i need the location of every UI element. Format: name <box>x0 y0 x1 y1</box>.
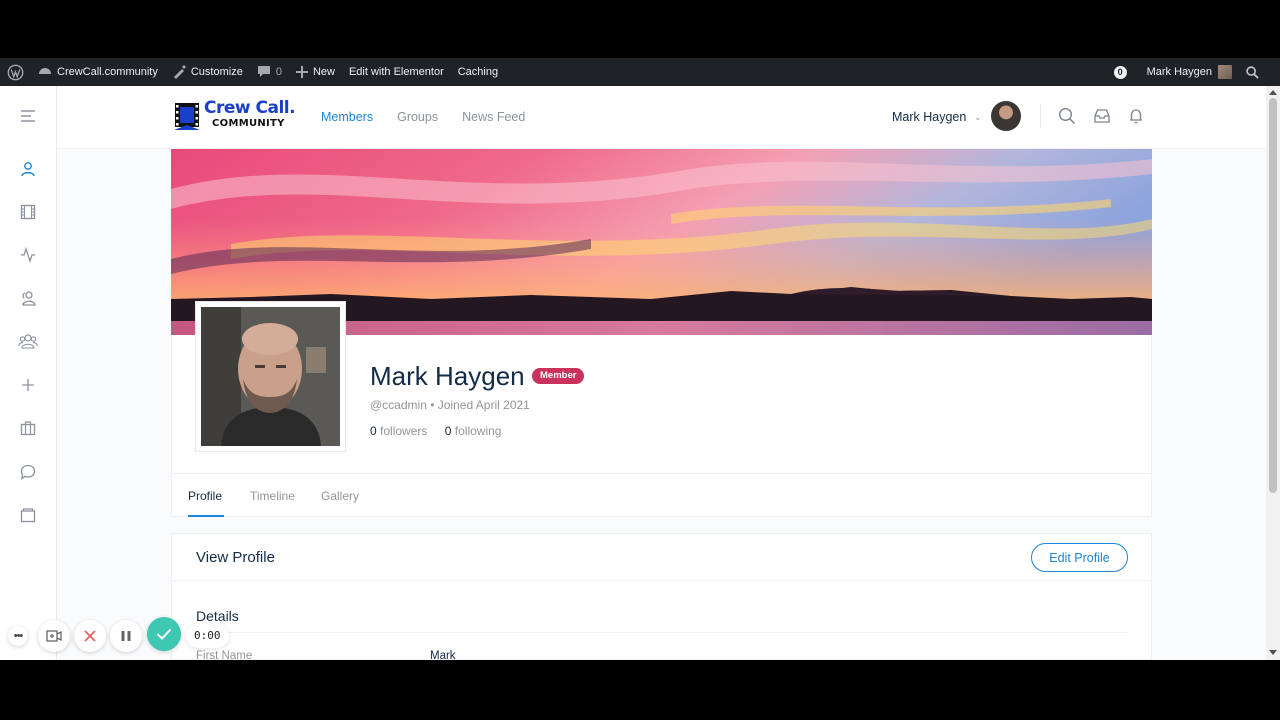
nav-news-feed[interactable]: News Feed <box>462 110 525 124</box>
member-type-badge: Member <box>532 368 585 384</box>
pause-icon <box>121 631 131 641</box>
scroll-up-arrow-icon[interactable] <box>1269 90 1277 95</box>
divider <box>196 632 1128 633</box>
customize-label: Customize <box>190 66 243 78</box>
chat-icon[interactable] <box>18 462 38 482</box>
brush-icon <box>172 65 186 79</box>
comments-count: 0 <box>275 66 282 78</box>
tab-timeline[interactable]: Timeline <box>250 489 295 503</box>
search-icon <box>1246 65 1259 79</box>
admin-avatar <box>1218 65 1232 79</box>
recording-timer: 0:00 <box>186 624 229 648</box>
following-label: following <box>454 424 502 438</box>
active-tab-indicator <box>188 515 224 517</box>
inbox-icon[interactable] <box>1093 107 1111 125</box>
new-content-menu[interactable]: New <box>289 58 342 86</box>
meta-separator: • <box>430 398 435 412</box>
elementor-label: Edit with Elementor <box>348 66 444 78</box>
header-avatar[interactable] <box>991 101 1021 131</box>
comment-icon <box>257 65 271 79</box>
folder-icon[interactable] <box>18 505 38 525</box>
activity-icon[interactable] <box>18 245 38 265</box>
camera-icon <box>46 630 62 642</box>
logo-subtitle: COMMUNITY <box>212 118 285 129</box>
wordpress-logo-button[interactable] <box>0 58 31 86</box>
briefcase-icon[interactable] <box>18 418 38 438</box>
edit-elementor-menu[interactable]: Edit with Elementor <box>342 58 451 86</box>
logo-title: Crew Call. <box>204 98 296 118</box>
followers-link[interactable]: 0 followers <box>370 424 427 438</box>
dashboard-icon <box>38 65 52 79</box>
caching-menu[interactable]: Caching <box>451 58 505 86</box>
browser-viewport: CrewCall.community Customize 0 New Edit … <box>0 58 1280 660</box>
members-icon[interactable] <box>18 288 38 308</box>
site-name-label: CrewCall.community <box>57 66 158 78</box>
caching-label: Caching <box>457 66 499 78</box>
main-nav: Members Groups News Feed <box>321 110 549 124</box>
notification-count-badge: 0 <box>1113 65 1127 79</box>
nav-members[interactable]: Members <box>321 110 373 124</box>
check-icon <box>156 628 172 640</box>
new-label: New <box>312 66 335 78</box>
site-logo[interactable]: Crew Call. COMMUNITY <box>172 98 300 134</box>
film-strip-logo-icon <box>174 103 200 130</box>
menu-toggle-icon[interactable] <box>18 106 38 126</box>
customize-menu[interactable]: Customize <box>165 58 250 86</box>
recorder-toolbar: ••• 0:00 <box>0 616 240 656</box>
page-scrollbar[interactable] <box>1266 86 1280 660</box>
ellipsis-icon: ••• <box>13 630 24 642</box>
admin-search-button[interactable] <box>1239 58 1266 86</box>
view-profile-card: View Profile Edit Profile Details First … <box>171 533 1152 660</box>
nav-groups[interactable]: Groups <box>397 110 438 124</box>
film-icon[interactable] <box>18 202 38 222</box>
more-options-button[interactable]: ••• <box>8 626 28 646</box>
my-account-menu[interactable]: Mark Haygen <box>1140 58 1239 86</box>
followers-count: 0 <box>370 424 377 438</box>
edit-profile-button[interactable]: Edit Profile <box>1031 543 1128 572</box>
cancel-recording-button[interactable] <box>74 620 106 652</box>
wp-admin-bar: CrewCall.community Customize 0 New Edit … <box>0 58 1280 86</box>
header-user-name[interactable]: Mark Haygen <box>892 110 966 124</box>
scrollbar-thumb[interactable] <box>1269 98 1277 493</box>
followers-label: followers <box>380 424 428 438</box>
divider <box>172 580 1151 581</box>
plus-icon[interactable] <box>18 375 38 395</box>
webcam-toggle-button[interactable] <box>38 620 70 652</box>
field-value: Mark <box>430 650 456 660</box>
profile-joined: Joined April 2021 <box>437 398 530 412</box>
wordpress-icon <box>7 64 24 80</box>
chevron-down-icon[interactable]: ⌄ <box>974 112 982 123</box>
search-icon[interactable] <box>1058 107 1076 125</box>
left-sidebar <box>0 86 57 660</box>
admin-user-name: Mark Haygen <box>1146 66 1212 78</box>
profile-handle: @ccadmin <box>370 398 427 412</box>
profile-tabs: Profile Timeline Gallery <box>171 473 1152 517</box>
following-link[interactable]: 0 following <box>445 424 502 438</box>
groups-icon[interactable] <box>18 331 38 351</box>
finish-recording-button[interactable] <box>147 617 181 651</box>
notifications-menu[interactable]: 0 <box>1107 58 1140 86</box>
scroll-down-arrow-icon[interactable] <box>1269 650 1277 655</box>
site-name-menu[interactable]: CrewCall.community <box>31 58 165 86</box>
pause-recording-button[interactable] <box>110 620 142 652</box>
profile-photo[interactable] <box>195 301 346 452</box>
tab-gallery[interactable]: Gallery <box>321 489 359 503</box>
close-icon <box>84 630 96 642</box>
view-profile-title: View Profile <box>196 549 275 566</box>
user-icon[interactable] <box>18 159 38 179</box>
plus-icon <box>295 66 308 78</box>
tab-profile[interactable]: Profile <box>188 489 222 503</box>
profile-name: Mark Haygen <box>370 361 525 391</box>
bell-icon[interactable] <box>1127 107 1145 125</box>
profile-meta: @ccadmin • Joined April 2021 <box>370 398 530 412</box>
following-count: 0 <box>444 424 452 438</box>
site-header: Crew Call. COMMUNITY Members Groups News… <box>57 86 1266 149</box>
profile-stats: 0 followers 0 following <box>370 424 501 438</box>
comments-menu[interactable]: 0 <box>250 58 289 86</box>
header-divider <box>1040 104 1041 128</box>
